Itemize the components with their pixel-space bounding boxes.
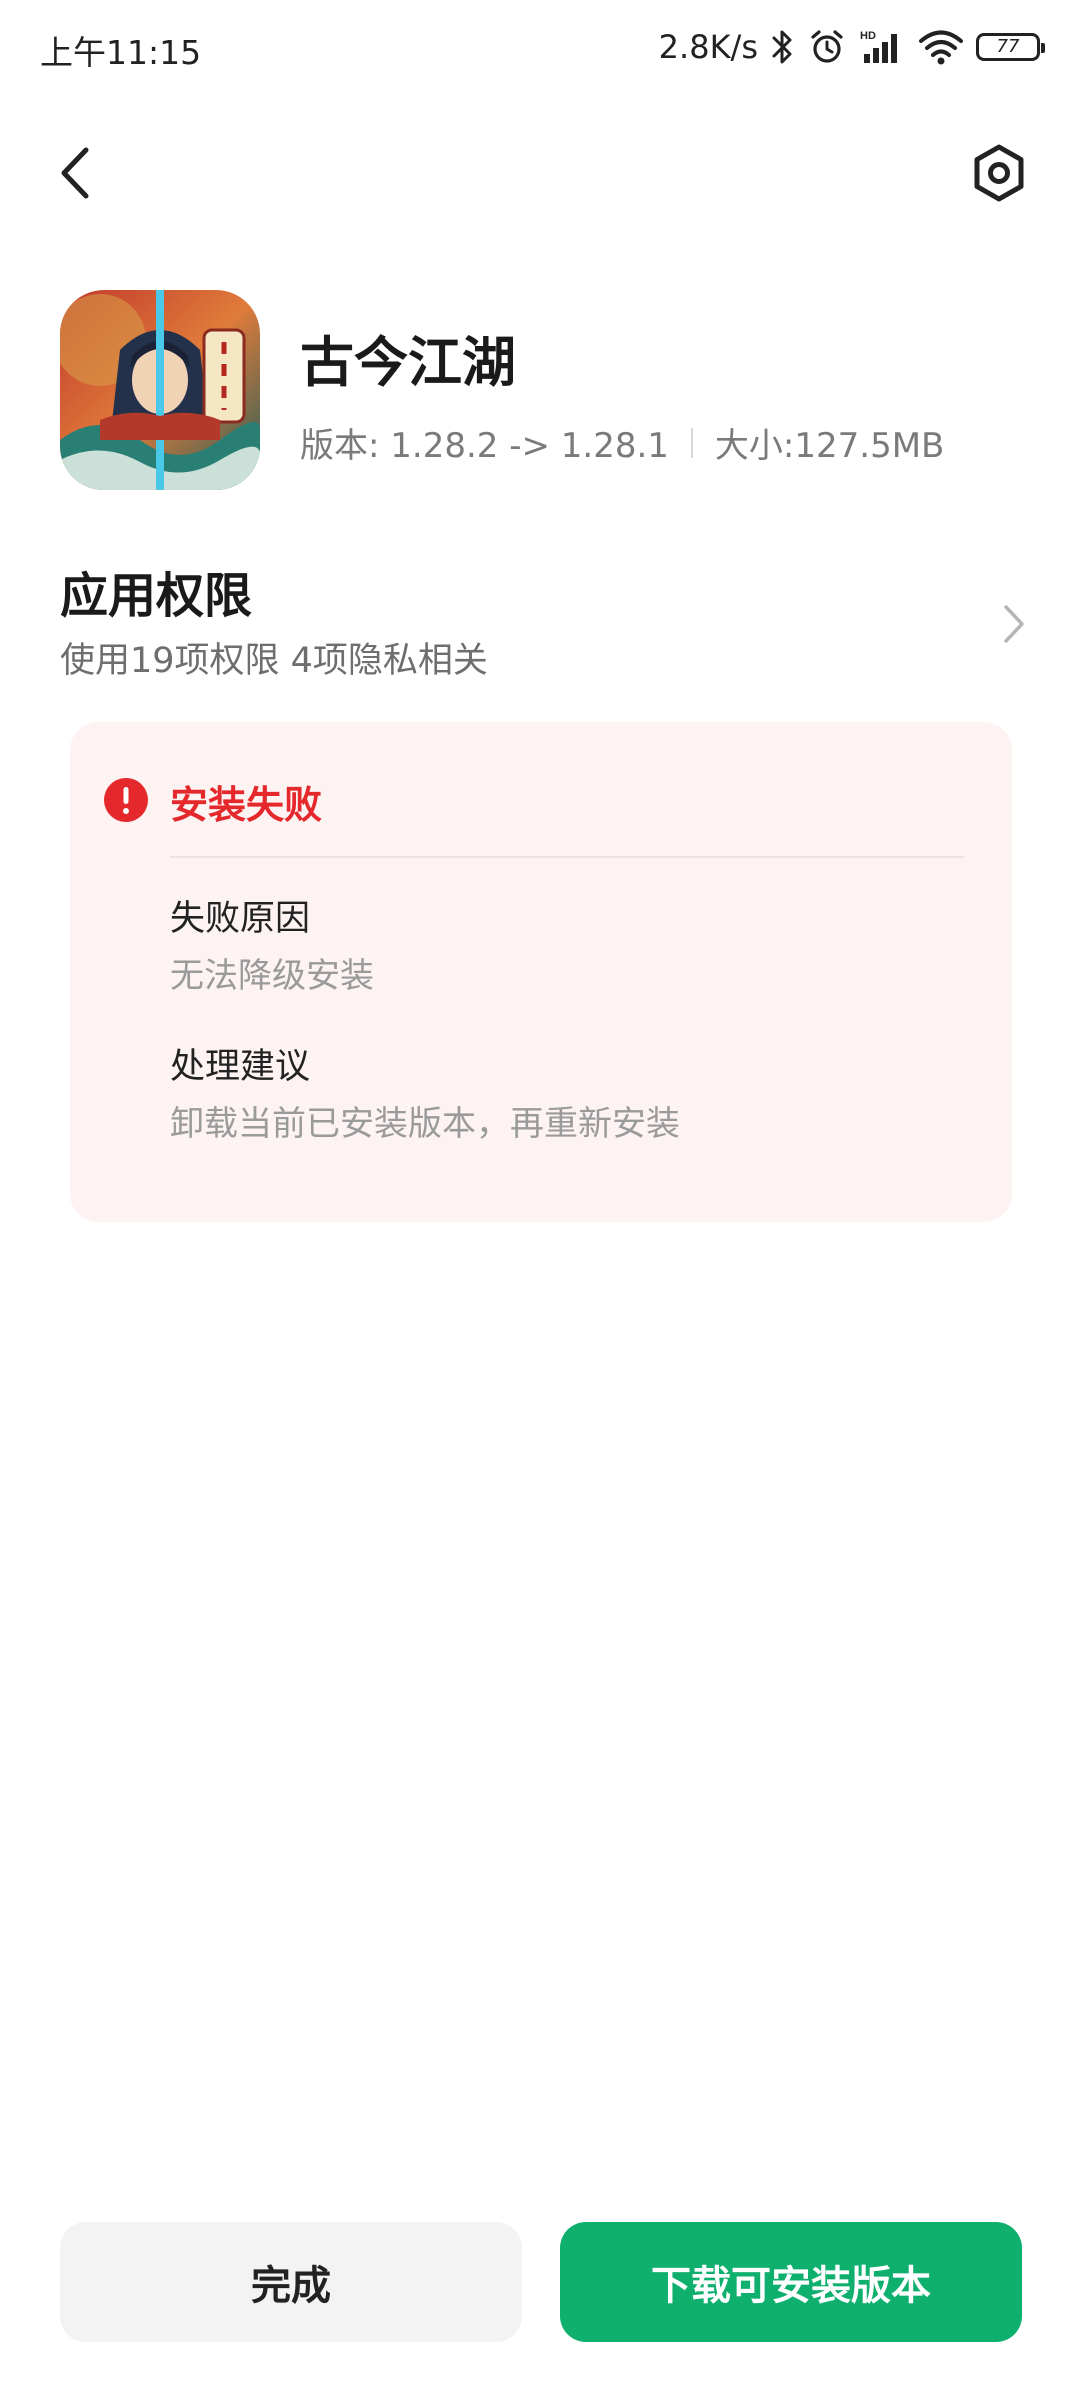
- chevron-left-icon: [61, 147, 89, 199]
- failure-reason-label: 失败原因: [170, 899, 311, 939]
- meta-divider: [690, 427, 693, 458]
- net-speed: 2.8K/s: [658, 28, 758, 66]
- wifi-icon: [918, 28, 964, 66]
- install-failure-card: 安装失败 失败原因 无法降级安装 处理建议 卸载当前已安装版本，再重新安装: [70, 722, 1012, 1222]
- status-bar: 上午11:15 2.8K/s HD 77: [0, 0, 1080, 96]
- permissions-title: 应用权限: [60, 568, 253, 624]
- hd-signal-icon: HD: [858, 28, 906, 66]
- app-name: 古今江湖: [300, 331, 516, 394]
- battery-level: 77: [996, 36, 1020, 57]
- app-meta: 版本: 1.28.2 -> 1.28.1 大小:127.5MB: [300, 418, 944, 467]
- status-time: 上午11:15: [40, 33, 202, 72]
- download-installable-version-button[interactable]: 下载可安装版本: [560, 2222, 1022, 2342]
- error-icon: [104, 778, 148, 822]
- settings-button[interactable]: [964, 138, 1034, 208]
- status-icons: 2.8K/s HD 77: [658, 22, 1045, 72]
- app-permissions-row[interactable]: 应用权限 使用19项权限 4项隐私相关: [0, 556, 1080, 686]
- alarm-icon: [808, 28, 846, 66]
- install-result-screen: 上午11:15 2.8K/s HD 77 古今江湖 版本: 1.28.2 -> …: [0, 0, 1080, 2400]
- chevron-right-icon: [994, 594, 1034, 654]
- svg-text:HD: HD: [860, 30, 876, 42]
- settings-hex-icon: [974, 144, 1024, 202]
- card-divider: [170, 856, 964, 858]
- app-size: 大小:127.5MB: [714, 426, 945, 466]
- failure-reason-value: 无法降级安装: [170, 956, 374, 996]
- bluetooth-icon: [770, 28, 796, 66]
- app-icon: [60, 290, 260, 490]
- permissions-summary: 使用19项权限 4项隐私相关: [60, 641, 488, 681]
- battery-icon: 77: [976, 33, 1045, 61]
- back-button[interactable]: [46, 138, 106, 208]
- done-button[interactable]: 完成: [60, 2222, 522, 2342]
- failure-title: 安装失败: [170, 783, 323, 827]
- suggestion-label: 处理建议: [170, 1047, 311, 1087]
- app-version: 版本: 1.28.2 -> 1.28.1: [300, 426, 669, 466]
- suggestion-value: 卸载当前已安装版本，再重新安装: [170, 1104, 680, 1144]
